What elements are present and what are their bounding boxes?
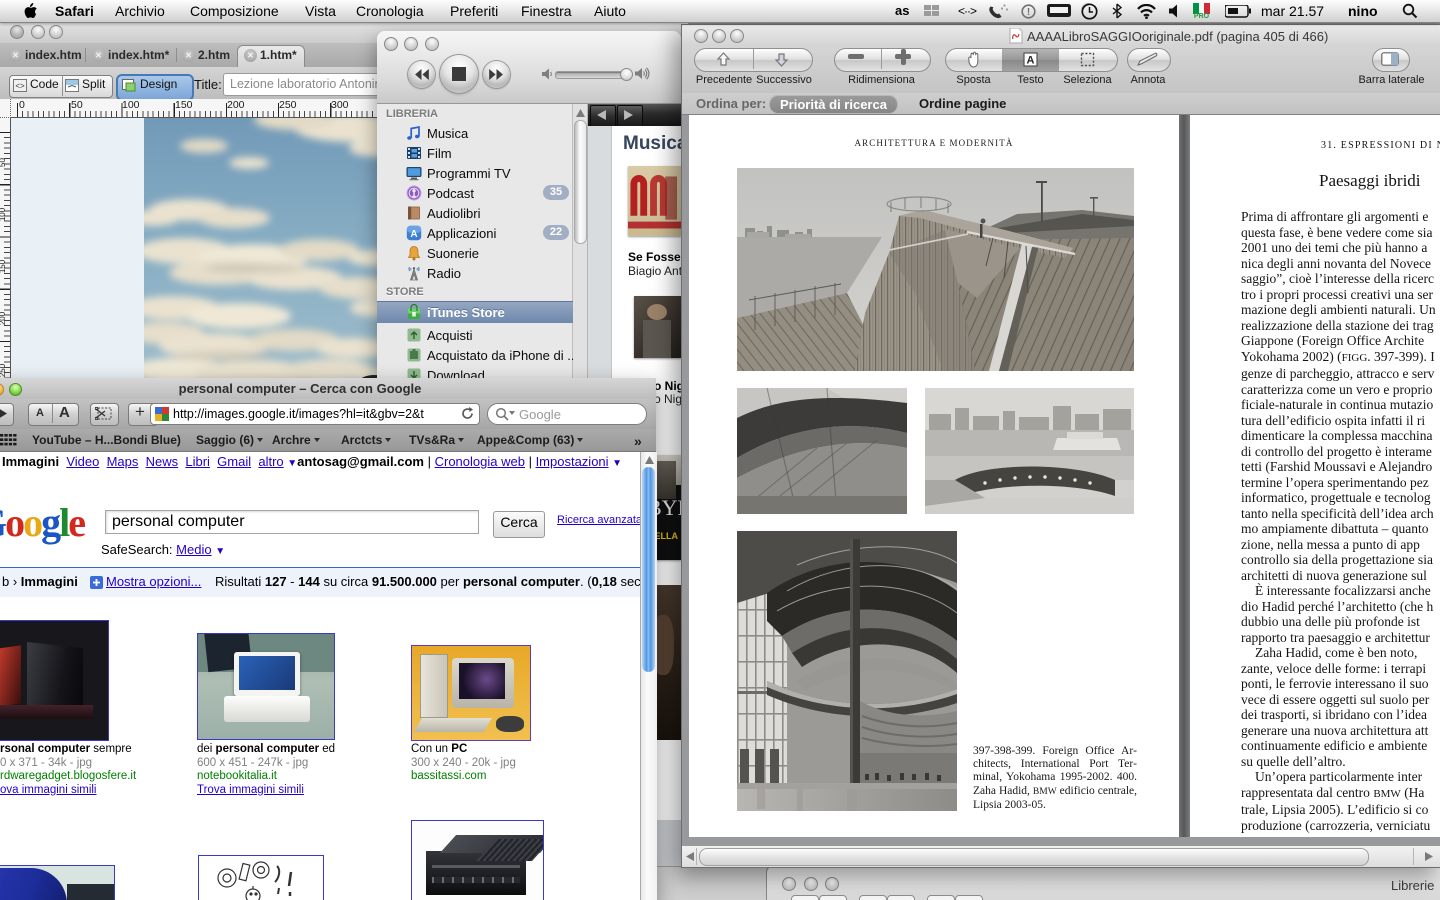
svg-text:<>: <> bbox=[15, 82, 25, 91]
svg-text:!: ! bbox=[1027, 7, 1030, 18]
svg-text:A: A bbox=[1027, 55, 1035, 67]
svg-text:A: A bbox=[410, 229, 417, 240]
